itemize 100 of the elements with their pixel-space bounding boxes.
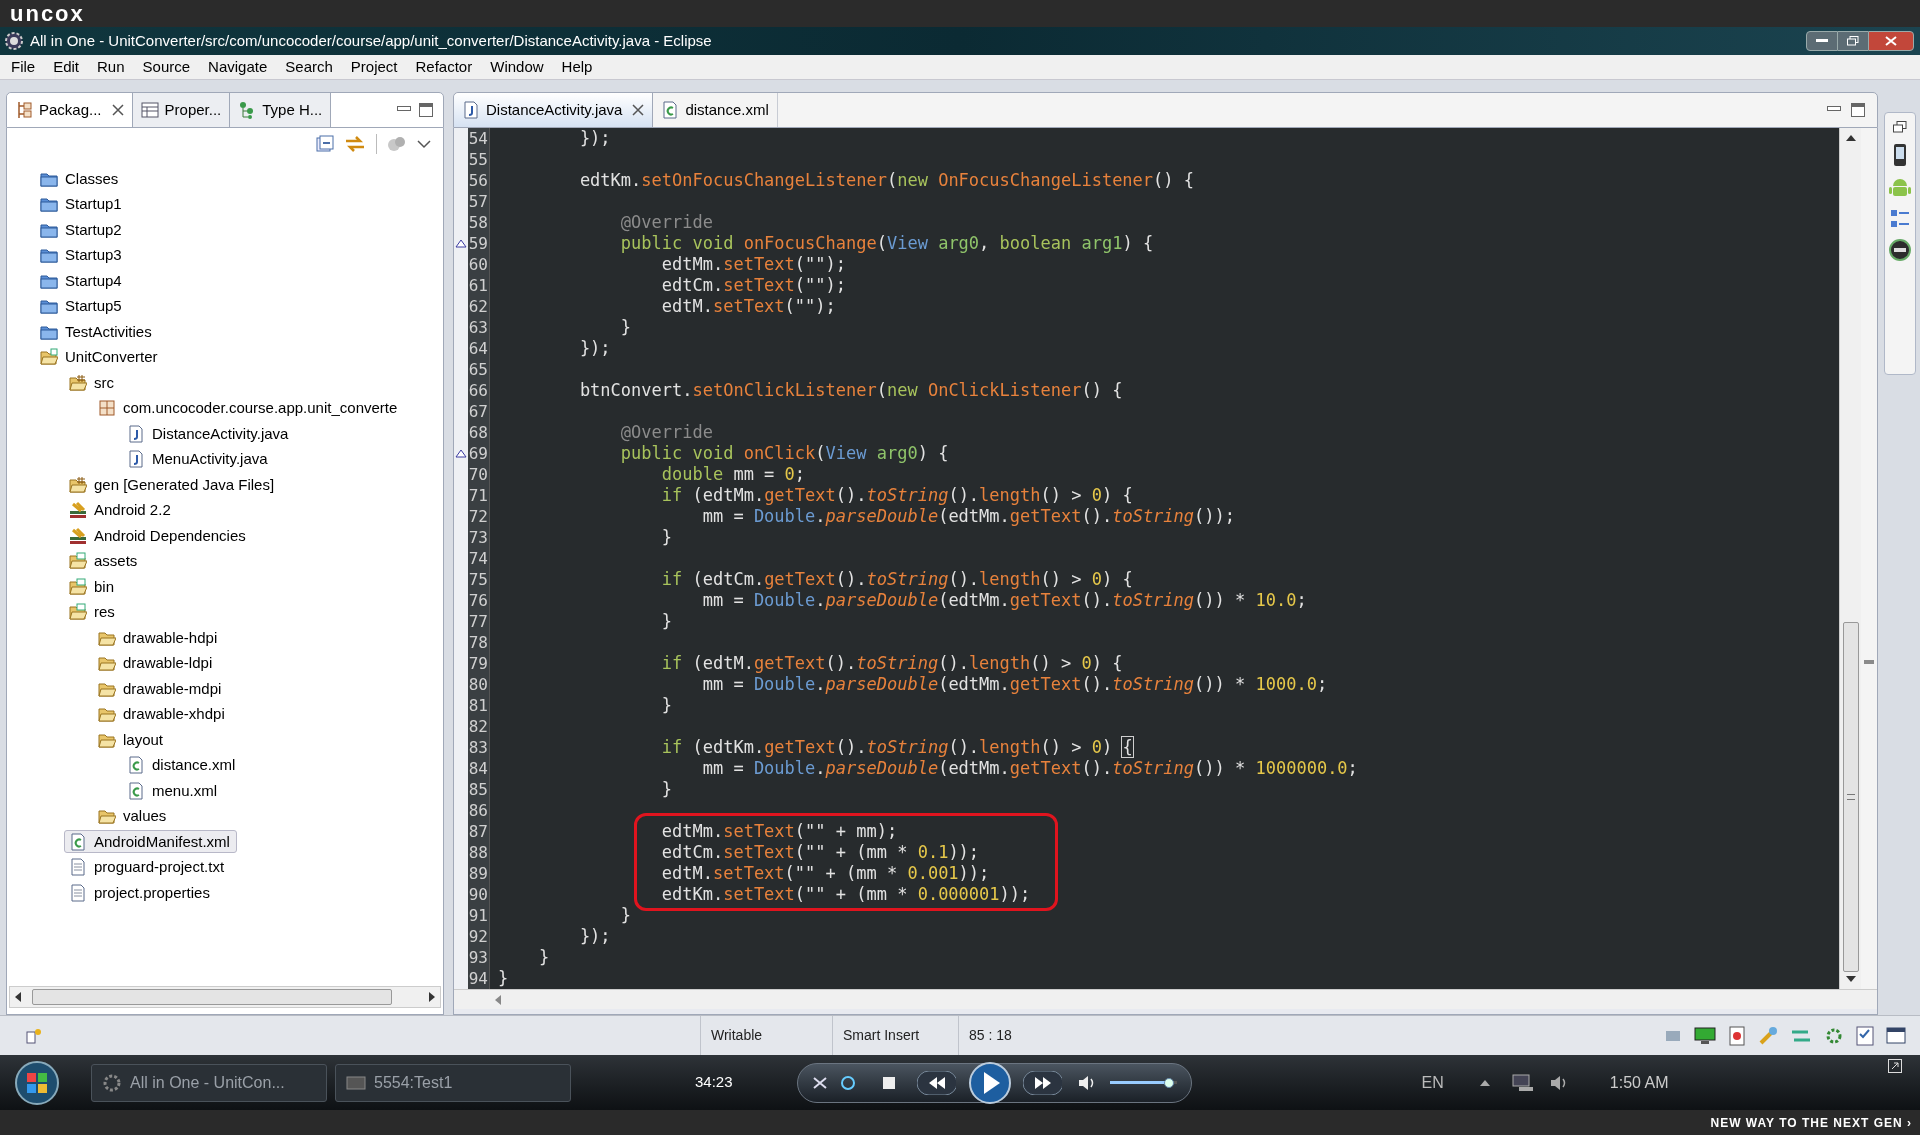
tree-item[interactable]: proguard-project.txt: [64, 855, 231, 879]
menu-item[interactable]: Refactor: [406, 55, 482, 79]
link-editor-icon[interactable]: [344, 134, 366, 154]
console-icon[interactable]: [1886, 1025, 1906, 1046]
tree-item[interactable]: drawable-mdpi: [93, 677, 228, 701]
tree-item[interactable]: drawable-ldpi: [93, 651, 219, 675]
scrollbar-thumb[interactable]: [1842, 622, 1859, 972]
line-number: 73: [468, 528, 488, 547]
monitor-icon[interactable]: [1694, 1026, 1716, 1045]
scroll-right-icon[interactable]: [428, 992, 436, 1002]
taskbar-button[interactable]: 5554:Test1: [335, 1063, 571, 1102]
minimize-icon[interactable]: [397, 106, 411, 114]
menu-item[interactable]: Project: [341, 55, 407, 79]
horizontal-scrollbar[interactable]: [454, 989, 1877, 1009]
menu-item[interactable]: Window: [481, 55, 553, 79]
fast-view-icon[interactable]: [26, 1027, 42, 1044]
checklist-icon[interactable]: [1856, 1025, 1874, 1046]
menu-item[interactable]: Run: [88, 55, 134, 79]
tree-item[interactable]: Startup1: [35, 192, 128, 216]
tree-item[interactable]: layout: [93, 728, 170, 752]
tree-item[interactable]: Startup3: [35, 243, 128, 267]
menu-item[interactable]: File: [2, 55, 45, 79]
tree-item[interactable]: Android 2.2: [64, 498, 177, 522]
tray-expand-icon[interactable]: [1479, 1078, 1490, 1087]
menu-item[interactable]: Source: [133, 55, 200, 79]
phone-icon[interactable]: [1893, 143, 1907, 167]
tree-item[interactable]: res: [64, 600, 121, 624]
minimize-icon[interactable]: [1827, 106, 1841, 114]
horizontal-scrollbar[interactable]: [9, 986, 441, 1008]
network-icon[interactable]: [1511, 1072, 1536, 1093]
repeat-icon[interactable]: [839, 1073, 857, 1092]
stop-icon[interactable]: [882, 1076, 895, 1089]
tree-item[interactable]: Android Dependencies: [64, 524, 252, 548]
tree-item[interactable]: Startup5: [35, 294, 128, 318]
line-number: 62: [468, 297, 488, 316]
fast-forward-icon[interactable]: [1023, 1070, 1063, 1095]
xml-file-icon: [127, 756, 145, 775]
show-desktop-icon[interactable]: [1888, 1059, 1902, 1073]
vertical-scrollbar[interactable]: [1839, 128, 1861, 989]
restore-icon[interactable]: [1893, 121, 1907, 133]
tree-item[interactable]: Startup4: [35, 269, 128, 293]
tree-item[interactable]: menu.xml: [122, 779, 224, 803]
minimize-button[interactable]: [1806, 31, 1838, 51]
tree-item[interactable]: distance.xml: [122, 753, 242, 777]
code-line: public void onClick(View arg0) {: [619, 443, 949, 463]
language-indicator[interactable]: EN: [1421, 1070, 1444, 1095]
tree-item[interactable]: gen [Generated Java Files]: [64, 473, 281, 497]
taskbar-button[interactable]: All in One - UnitCon...: [91, 1063, 327, 1102]
play-icon[interactable]: [967, 1060, 1011, 1105]
library-icon: [69, 501, 87, 520]
tree-item[interactable]: bin: [64, 575, 121, 599]
line-number: 84: [468, 759, 488, 778]
line-number: 88: [468, 843, 488, 862]
maximize-icon[interactable]: [419, 103, 433, 117]
menu-item[interactable]: Help: [552, 55, 602, 79]
tree-item[interactable]: assets: [64, 549, 144, 573]
dropdown-icon[interactable]: [417, 139, 431, 149]
scroll-left-icon[interactable]: [14, 992, 22, 1002]
document-icon[interactable]: [1728, 1025, 1746, 1046]
scrollbar-thumb[interactable]: [32, 989, 392, 1005]
start-orb-icon[interactable]: [14, 1059, 60, 1106]
maximize-button[interactable]: [1838, 31, 1868, 51]
editor-tab[interactable]: DistanceActivity.java: [454, 93, 654, 127]
maximize-icon[interactable]: [1851, 103, 1865, 117]
code-line: });: [578, 338, 611, 358]
tree-item[interactable]: DistanceActivity.java: [122, 422, 295, 446]
menu-item[interactable]: Edit: [44, 55, 89, 79]
collapse-all-icon[interactable]: [316, 135, 334, 153]
tree-item[interactable]: values: [93, 804, 173, 828]
tree-item[interactable]: drawable-hdpi: [93, 626, 224, 650]
tree-item[interactable]: Classes: [35, 167, 125, 191]
tree-item[interactable]: project.properties: [64, 881, 216, 905]
scroll-up-icon[interactable]: [1845, 134, 1856, 142]
tree-item[interactable]: AndroidManifest.xml: [64, 830, 237, 854]
java-file-icon: [127, 450, 145, 469]
scroll-down-icon[interactable]: [1845, 975, 1856, 983]
tree-item[interactable]: Startup2: [35, 218, 128, 242]
line-number: 87: [468, 822, 488, 841]
tree-item[interactable]: drawable-xhdpi: [93, 702, 231, 726]
view-tab[interactable]: Packag...: [7, 93, 133, 127]
device-icon[interactable]: [1889, 239, 1911, 261]
text-file-icon: [69, 883, 87, 902]
close-icon[interactable]: [111, 104, 124, 116]
menu-item[interactable]: Navigate: [199, 55, 277, 79]
tree-item[interactable]: TestActivities: [35, 320, 158, 344]
close-button[interactable]: [1868, 31, 1914, 51]
tree-item[interactable]: com.uncocoder.course.app.unit_converte: [93, 396, 404, 420]
close-icon[interactable]: [632, 104, 645, 116]
menu-item[interactable]: Search: [276, 55, 342, 79]
view-tab[interactable]: Type H...: [230, 93, 332, 127]
project-folder-icon: [40, 246, 58, 265]
tree-item[interactable]: src: [64, 371, 120, 395]
volume-thumb[interactable]: [1163, 1077, 1174, 1088]
rewind-icon[interactable]: [916, 1070, 956, 1095]
tree-item[interactable]: MenuActivity.java: [122, 447, 274, 471]
outline-icon[interactable]: [1890, 209, 1910, 229]
clock[interactable]: 1:50 AM: [1609, 1070, 1669, 1095]
tree-item[interactable]: UnitConverter: [35, 345, 164, 369]
view-tab[interactable]: Proper...: [132, 93, 231, 127]
project-folder-icon: [40, 297, 58, 316]
